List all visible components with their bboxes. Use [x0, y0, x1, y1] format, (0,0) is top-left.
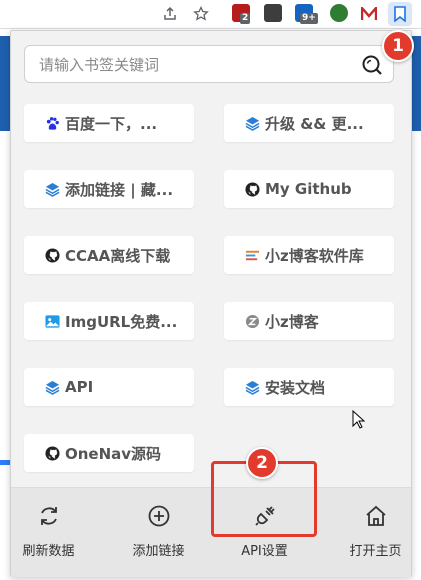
step-marker: 2 [246, 447, 278, 479]
home-icon [365, 505, 386, 526]
bookmark-label: 升级 && 更... [265, 114, 364, 133]
github-icon [44, 247, 60, 263]
extension-badge: 9+ [300, 13, 318, 24]
layers-icon [44, 379, 60, 395]
bookmark-label: 安装文档 [265, 378, 326, 397]
search-input[interactable] [37, 55, 341, 75]
background-banner [0, 36, 10, 131]
bookmark-item[interactable]: 安装文档 [224, 368, 394, 406]
bookmark-extension-icon[interactable] [388, 2, 412, 26]
dark-extension-icon[interactable] [264, 4, 282, 22]
bookmark-item[interactable]: OneNav源码 [24, 434, 194, 472]
bookmark-label: API [65, 378, 94, 396]
plus-circle-icon [148, 505, 169, 527]
mouse-cursor-icon [352, 410, 366, 429]
search-icon[interactable] [361, 54, 383, 76]
z-icon [244, 313, 260, 329]
refresh-label: 刷新数据 [22, 544, 75, 559]
bookmark-label: CCAA离线下载 [65, 246, 171, 265]
refresh-icon [40, 507, 57, 525]
browser-toolbar: 2 9+ [0, 0, 421, 29]
bookmark-item[interactable]: 小z博客软件库 [224, 236, 394, 274]
bookmark-item[interactable]: ImgURL免费... [24, 302, 194, 340]
bookmark-item[interactable]: 百度一下，... [24, 104, 194, 142]
add-link-label: 添加链接 [132, 544, 185, 559]
extension-badge: 2 [240, 13, 251, 24]
image-icon [44, 313, 60, 329]
bookmark-label: ImgURL免费... [65, 312, 178, 331]
baidu-icon [44, 115, 60, 131]
search-box [24, 45, 394, 83]
layers-icon [244, 379, 260, 395]
bookmark-label: OneNav源码 [65, 444, 162, 463]
bookmark-item[interactable]: 小z博客 [224, 302, 394, 340]
bookmark-label: 添加链接 | 藏... [65, 180, 174, 199]
bookmark-label: 小z博客 [265, 312, 319, 331]
open-homepage-button[interactable]: 打开主页 [338, 488, 413, 577]
m-extension-icon[interactable] [359, 4, 379, 24]
api-settings-label: API设置 [241, 544, 288, 559]
layers-icon [44, 181, 60, 197]
bookmark-label: My Github [265, 180, 352, 198]
share-icon[interactable] [160, 4, 180, 24]
open-homepage-label: 打开主页 [349, 544, 402, 559]
bookmark-item[interactable]: 添加链接 | 藏... [24, 170, 194, 208]
list-icon [244, 247, 260, 263]
bookmark-item[interactable]: 升级 && 更... [224, 104, 394, 142]
refresh-button[interactable]: 刷新数据 [11, 488, 86, 577]
layers-icon [244, 115, 260, 131]
bookmark-item[interactable]: CCAA离线下载 [24, 236, 194, 274]
globe-extension-icon[interactable] [330, 4, 348, 22]
step-marker: 1 [382, 30, 414, 62]
background-accent [0, 460, 10, 465]
github-icon [44, 445, 60, 461]
bookmark-item[interactable]: My Github [224, 170, 394, 208]
bookmark-label: 小z博客软件库 [265, 246, 364, 265]
bookmark-item[interactable]: API [24, 368, 194, 406]
add-link-button[interactable]: 添加链接 [121, 488, 196, 577]
github-icon [244, 181, 260, 197]
star-icon[interactable] [191, 4, 211, 24]
bookmark-label: 百度一下，... [65, 114, 158, 133]
